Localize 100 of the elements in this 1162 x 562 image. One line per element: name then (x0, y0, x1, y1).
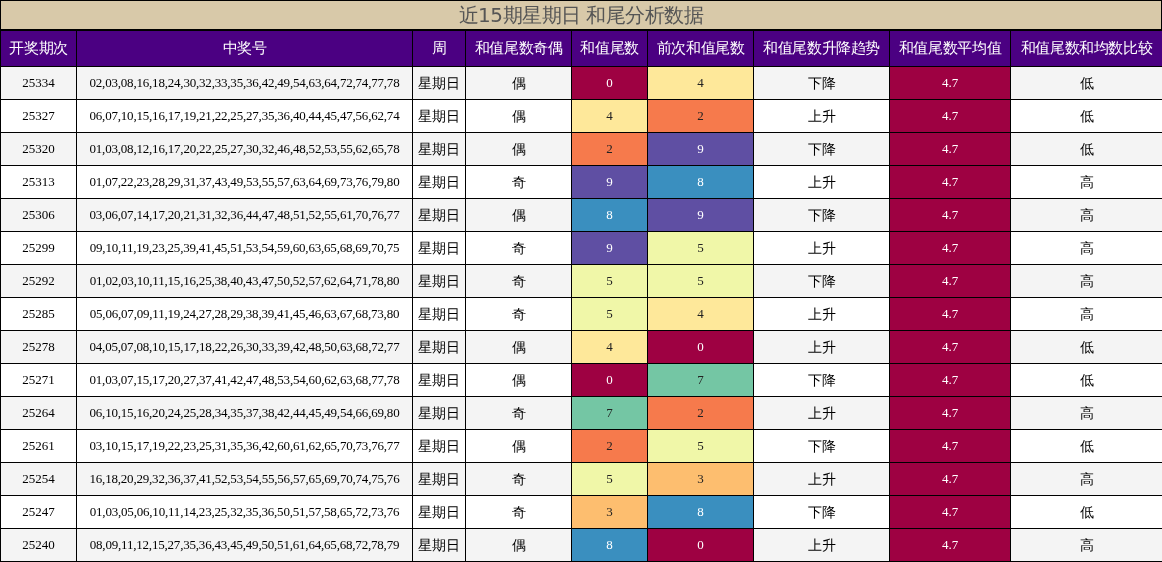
tail-cell: 3 (571, 495, 648, 529)
column-header: 前次和值尾数 (647, 30, 754, 67)
issue-cell: 25247 (0, 495, 77, 529)
weekday-cell: 星期日 (412, 363, 466, 397)
parity-cell: 偶 (465, 99, 572, 133)
column-header: 中奖号 (76, 30, 413, 67)
tail-cell: 0 (571, 363, 648, 397)
numbers-cell: 05,06,07,09,11,19,24,27,28,29,38,39,41,45,46,63,67,68,73,80 (76, 297, 413, 331)
parity-cell: 奇 (465, 297, 572, 331)
trend-cell: 上升 (753, 99, 890, 133)
numbers-cell: 01,03,07,15,17,20,27,37,41,42,47,48,53,54,60,62,63,68,77,78 (76, 363, 413, 397)
issue-cell: 25292 (0, 264, 77, 298)
column-header: 周 (412, 30, 466, 67)
parity-cell: 偶 (465, 330, 572, 364)
numbers-cell: 04,05,07,08,10,15,17,18,22,26,30,33,39,42,48,50,63,68,72,77 (76, 330, 413, 364)
previous-tail-cell: 8 (647, 495, 754, 529)
average-cell: 4.7 (889, 231, 1011, 265)
tail-cell: 2 (571, 429, 648, 463)
numbers-cell: 16,18,20,29,32,36,37,41,52,53,54,55,56,57,65,69,70,74,75,76 (76, 462, 413, 496)
issue-cell: 25299 (0, 231, 77, 265)
trend-cell: 上升 (753, 330, 890, 364)
weekday-cell: 星期日 (412, 396, 466, 430)
parity-cell: 奇 (465, 231, 572, 265)
average-cell: 4.7 (889, 165, 1011, 199)
parity-cell: 偶 (465, 363, 572, 397)
trend-cell: 下降 (753, 429, 890, 463)
numbers-cell: 01,03,05,06,10,11,14,23,25,32,35,36,50,51,57,58,65,72,73,76 (76, 495, 413, 529)
weekday-cell: 星期日 (412, 198, 466, 232)
previous-tail-cell: 4 (647, 297, 754, 331)
parity-cell: 奇 (465, 165, 572, 199)
previous-tail-cell: 2 (647, 99, 754, 133)
previous-tail-cell: 0 (647, 330, 754, 364)
trend-cell: 下降 (753, 132, 890, 166)
issue-cell: 25313 (0, 165, 77, 199)
average-cell: 4.7 (889, 429, 1011, 463)
trend-cell: 上升 (753, 462, 890, 496)
tail-cell: 0 (571, 66, 648, 100)
weekday-cell: 星期日 (412, 165, 466, 199)
column-header: 和值尾数升降趋势 (753, 30, 890, 67)
column-header: 和值尾数奇偶 (465, 30, 572, 67)
weekday-cell: 星期日 (412, 297, 466, 331)
issue-cell: 25334 (0, 66, 77, 100)
weekday-cell: 星期日 (412, 429, 466, 463)
issue-cell: 25278 (0, 330, 77, 364)
numbers-cell: 03,06,07,14,17,20,21,31,32,36,44,47,48,51,52,55,61,70,76,77 (76, 198, 413, 232)
previous-tail-cell: 7 (647, 363, 754, 397)
previous-tail-cell: 5 (647, 429, 754, 463)
average-cell: 4.7 (889, 132, 1011, 166)
weekday-cell: 星期日 (412, 462, 466, 496)
table-title: 近15期星期日 和尾分析数据 (0, 0, 1162, 30)
issue-cell: 25254 (0, 462, 77, 496)
tail-cell: 8 (571, 528, 648, 562)
average-cell: 4.7 (889, 495, 1011, 529)
parity-cell: 奇 (465, 264, 572, 298)
previous-tail-cell: 5 (647, 264, 754, 298)
column-header: 和值尾数和均数比较 (1010, 30, 1162, 67)
trend-cell: 下降 (753, 66, 890, 100)
issue-cell: 25285 (0, 297, 77, 331)
column-header: 开奖期次 (0, 30, 77, 67)
tail-cell: 5 (571, 297, 648, 331)
previous-tail-cell: 4 (647, 66, 754, 100)
parity-cell: 奇 (465, 495, 572, 529)
issue-cell: 25320 (0, 132, 77, 166)
average-cell: 4.7 (889, 363, 1011, 397)
numbers-cell: 03,10,15,17,19,22,23,25,31,35,36,42,60,61,62,65,70,73,76,77 (76, 429, 413, 463)
parity-cell: 偶 (465, 528, 572, 562)
average-cell: 4.7 (889, 198, 1011, 232)
previous-tail-cell: 0 (647, 528, 754, 562)
issue-cell: 25327 (0, 99, 77, 133)
issue-cell: 25306 (0, 198, 77, 232)
issue-cell: 25264 (0, 396, 77, 430)
average-cell: 4.7 (889, 528, 1011, 562)
tail-cell: 5 (571, 264, 648, 298)
parity-cell: 奇 (465, 462, 572, 496)
parity-cell: 偶 (465, 132, 572, 166)
trend-cell: 上升 (753, 165, 890, 199)
weekday-cell: 星期日 (412, 495, 466, 529)
parity-cell: 奇 (465, 396, 572, 430)
numbers-cell: 09,10,11,19,23,25,39,41,45,51,53,54,59,60,63,65,68,69,70,75 (76, 231, 413, 265)
issue-cell: 25240 (0, 528, 77, 562)
numbers-cell: 01,07,22,23,28,29,31,37,43,49,53,55,57,63,64,69,73,76,79,80 (76, 165, 413, 199)
average-cell: 4.7 (889, 99, 1011, 133)
column-header: 和值尾数 (571, 30, 648, 67)
average-cell: 4.7 (889, 396, 1011, 430)
weekday-cell: 星期日 (412, 330, 466, 364)
tail-cell: 5 (571, 462, 648, 496)
previous-tail-cell: 5 (647, 231, 754, 265)
weekday-cell: 星期日 (412, 264, 466, 298)
numbers-cell: 08,09,11,12,15,27,35,36,43,45,49,50,51,61,64,65,68,72,78,79 (76, 528, 413, 562)
parity-cell: 偶 (465, 198, 572, 232)
trend-cell: 上升 (753, 231, 890, 265)
parity-cell: 偶 (465, 429, 572, 463)
weekday-cell: 星期日 (412, 99, 466, 133)
previous-tail-cell: 9 (647, 198, 754, 232)
tail-cell: 9 (571, 231, 648, 265)
tail-cell: 8 (571, 198, 648, 232)
weekday-cell: 星期日 (412, 132, 466, 166)
numbers-cell: 06,10,15,16,20,24,25,28,34,35,37,38,42,44,45,49,54,66,69,80 (76, 396, 413, 430)
trend-cell: 下降 (753, 264, 890, 298)
average-cell: 4.7 (889, 330, 1011, 364)
